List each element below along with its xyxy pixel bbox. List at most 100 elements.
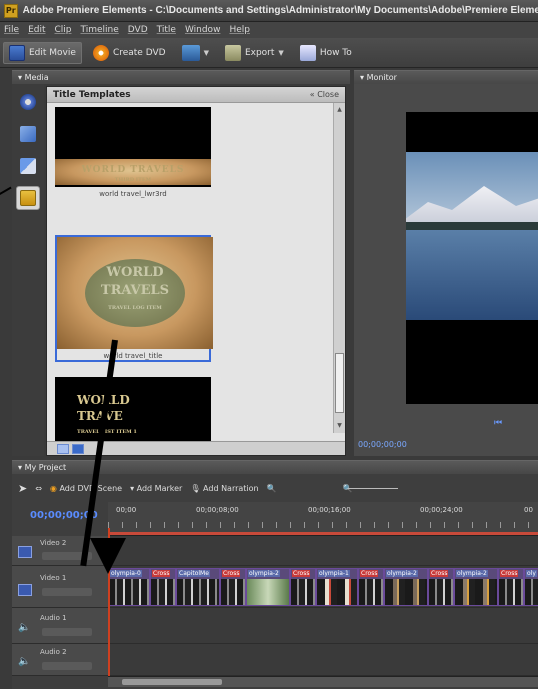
film-icon (9, 44, 25, 61)
timeline-clip[interactable]: olympia-2 (384, 568, 428, 606)
clip-frames (151, 579, 175, 605)
add-marker-button[interactable]: ▾ Add Marker (130, 484, 182, 493)
time-stretch-tool-icon[interactable]: ⇔ (35, 484, 42, 493)
thumbnail-subtext: TRAVEL LOG ITEM (108, 305, 162, 311)
scrollbar-thumb[interactable] (335, 353, 344, 413)
create-dvd-button[interactable]: Create DVD (88, 42, 171, 64)
menu-dvd[interactable]: DVD (128, 25, 148, 35)
timeline-clip[interactable]: olympia-2 (246, 568, 290, 606)
transitions-view-button[interactable] (16, 154, 40, 178)
video-1-clips: olympia-0 Cross CapitolMe Cross olympia-… (108, 568, 538, 606)
time-ruler[interactable]: 00;00 00;00;08;00 00;00;16;00 00;00;24;0… (108, 502, 538, 536)
edit-movie-button[interactable]: Edit Movie (3, 41, 82, 64)
templates-footer (47, 441, 345, 455)
clip-frames (247, 579, 289, 605)
add-narration-label: Add Narration (203, 483, 259, 493)
titles-view-button[interactable] (16, 186, 40, 210)
play-controls-icon[interactable]: ⏮ (494, 418, 502, 428)
transition-clip[interactable]: Cross (150, 568, 176, 606)
track-name: Audio 2 (40, 648, 67, 656)
close-button[interactable]: « Close (310, 90, 339, 99)
menu-timeline[interactable]: Timeline (81, 25, 119, 35)
window-title: Adobe Premiere Elements - C:\Documents a… (22, 5, 538, 16)
media-view-button[interactable] (16, 90, 40, 114)
add-marker-label: Add Marker (136, 483, 183, 493)
menu-title[interactable]: Title (157, 25, 176, 35)
menu-file[interactable]: File (4, 25, 19, 35)
effects-view-button[interactable] (16, 122, 40, 146)
timeline-clip[interactable]: CapitolMe (176, 568, 220, 606)
add-dvd-scene-button[interactable]: ◉ Add DVD Scene (50, 484, 122, 493)
transition-clip[interactable]: Cross (498, 568, 524, 606)
track-lane-audio-1[interactable] (108, 608, 538, 644)
media-panel-header[interactable]: ▾ Media (12, 70, 350, 84)
ruler-label: 00;00;08;00 (196, 506, 239, 514)
track-lane-audio-2[interactable] (108, 644, 538, 676)
video-track-icon (18, 546, 32, 558)
clip-frames (385, 579, 427, 605)
menu-edit[interactable]: Edit (28, 25, 45, 35)
track-header-audio-1[interactable]: Audio 1 🔈 (12, 608, 108, 644)
track-controls[interactable] (42, 662, 92, 670)
scroll-down-arrow-icon[interactable]: ▼ (335, 421, 344, 430)
ruler-label: 00;00;24;00 (420, 506, 463, 514)
title-template-item[interactable]: WORLD TRAVE TRAVEL LIST ITEM 1 (55, 377, 211, 441)
menu-bar: File Edit Clip Timeline DVD Title Window… (0, 22, 538, 38)
export-icon (224, 44, 241, 61)
work-area-bar[interactable] (108, 532, 538, 535)
monitor-video-frame (406, 152, 538, 320)
speaker-icon: 🔈 (18, 622, 31, 633)
marker-icon: ▾ (130, 483, 135, 493)
help-book-icon (299, 44, 316, 61)
title-templates-panel: Title Templates « Close WORLD TRAVELS TH… (46, 86, 346, 456)
project-panel-title: My Project (24, 463, 67, 472)
templates-vertical-scrollbar[interactable]: ▲ ▼ (333, 103, 345, 433)
video-track-icon (18, 584, 32, 596)
share-button[interactable]: ▼ (177, 42, 214, 64)
scrollbar-thumb[interactable] (122, 679, 222, 685)
list-view-icon[interactable] (57, 443, 69, 454)
title-template-item-selected[interactable]: WORLD TRAVELS TRAVEL LOG ITEM world trav… (55, 235, 213, 362)
scroll-up-arrow-icon[interactable]: ▲ (335, 105, 344, 114)
menu-clip[interactable]: Clip (55, 25, 72, 35)
title-templates-heading: Title Templates (53, 89, 131, 100)
track-controls[interactable] (42, 588, 92, 596)
track-controls[interactable] (42, 628, 92, 636)
track-lane-video-2[interactable] (108, 536, 538, 566)
clip-label: Cross (430, 570, 449, 577)
how-to-button[interactable]: How To (295, 42, 357, 64)
timeline-clip[interactable]: olympia-1 (316, 568, 358, 606)
menu-help[interactable]: Help (229, 25, 250, 35)
window-titlebar: Pr Adobe Premiere Elements - C:\Document… (0, 0, 538, 22)
project-panel-header[interactable]: ▾ My Project (12, 460, 538, 474)
title-t-icon (20, 190, 36, 206)
track-header-audio-2[interactable]: Audio 2 🔈 (12, 644, 108, 676)
export-label: Export (244, 47, 275, 58)
clip-label: Cross (292, 570, 311, 577)
thumbnail-view-icon[interactable] (72, 443, 84, 454)
menu-window[interactable]: Window (185, 25, 221, 35)
thumbnail-text: TRAVELS (100, 283, 170, 298)
monitor-timecode: 00;00;00;00 (358, 440, 407, 449)
transition-clip[interactable]: Cross (428, 568, 454, 606)
clip-frames (317, 579, 357, 605)
timeline-horizontal-scrollbar[interactable] (108, 676, 538, 687)
timeline-clip[interactable]: olympia-2 (454, 568, 498, 606)
export-button[interactable]: Export ▼ (220, 42, 289, 64)
title-template-item[interactable]: WORLD TRAVELS THIRD ITEM world travel_lw… (55, 107, 211, 198)
zoom-out-icon[interactable]: 🔍 (267, 484, 277, 493)
premiere-elements-app-icon: Pr (4, 3, 18, 18)
add-narration-button[interactable]: 🎙 Add Narration (190, 484, 258, 493)
clip-label: Cross (222, 570, 241, 577)
title-templates-header: Title Templates « Close (47, 87, 345, 103)
monitor-panel-header[interactable]: ▾ Monitor (354, 70, 538, 84)
transition-clip[interactable]: Cross (290, 568, 316, 606)
transition-clip[interactable]: Cross (358, 568, 384, 606)
thumbnail-subtext: TRAVEL LIST ITEM 1 (77, 429, 137, 435)
timeline-clip[interactable]: oly (524, 568, 538, 606)
clip-label: olympia-2 (456, 570, 488, 577)
zoom-slider-track (348, 488, 398, 489)
media-view-strip (12, 84, 44, 456)
selection-tool-icon[interactable]: ➤ (18, 482, 27, 495)
transition-clip[interactable]: Cross (220, 568, 246, 606)
